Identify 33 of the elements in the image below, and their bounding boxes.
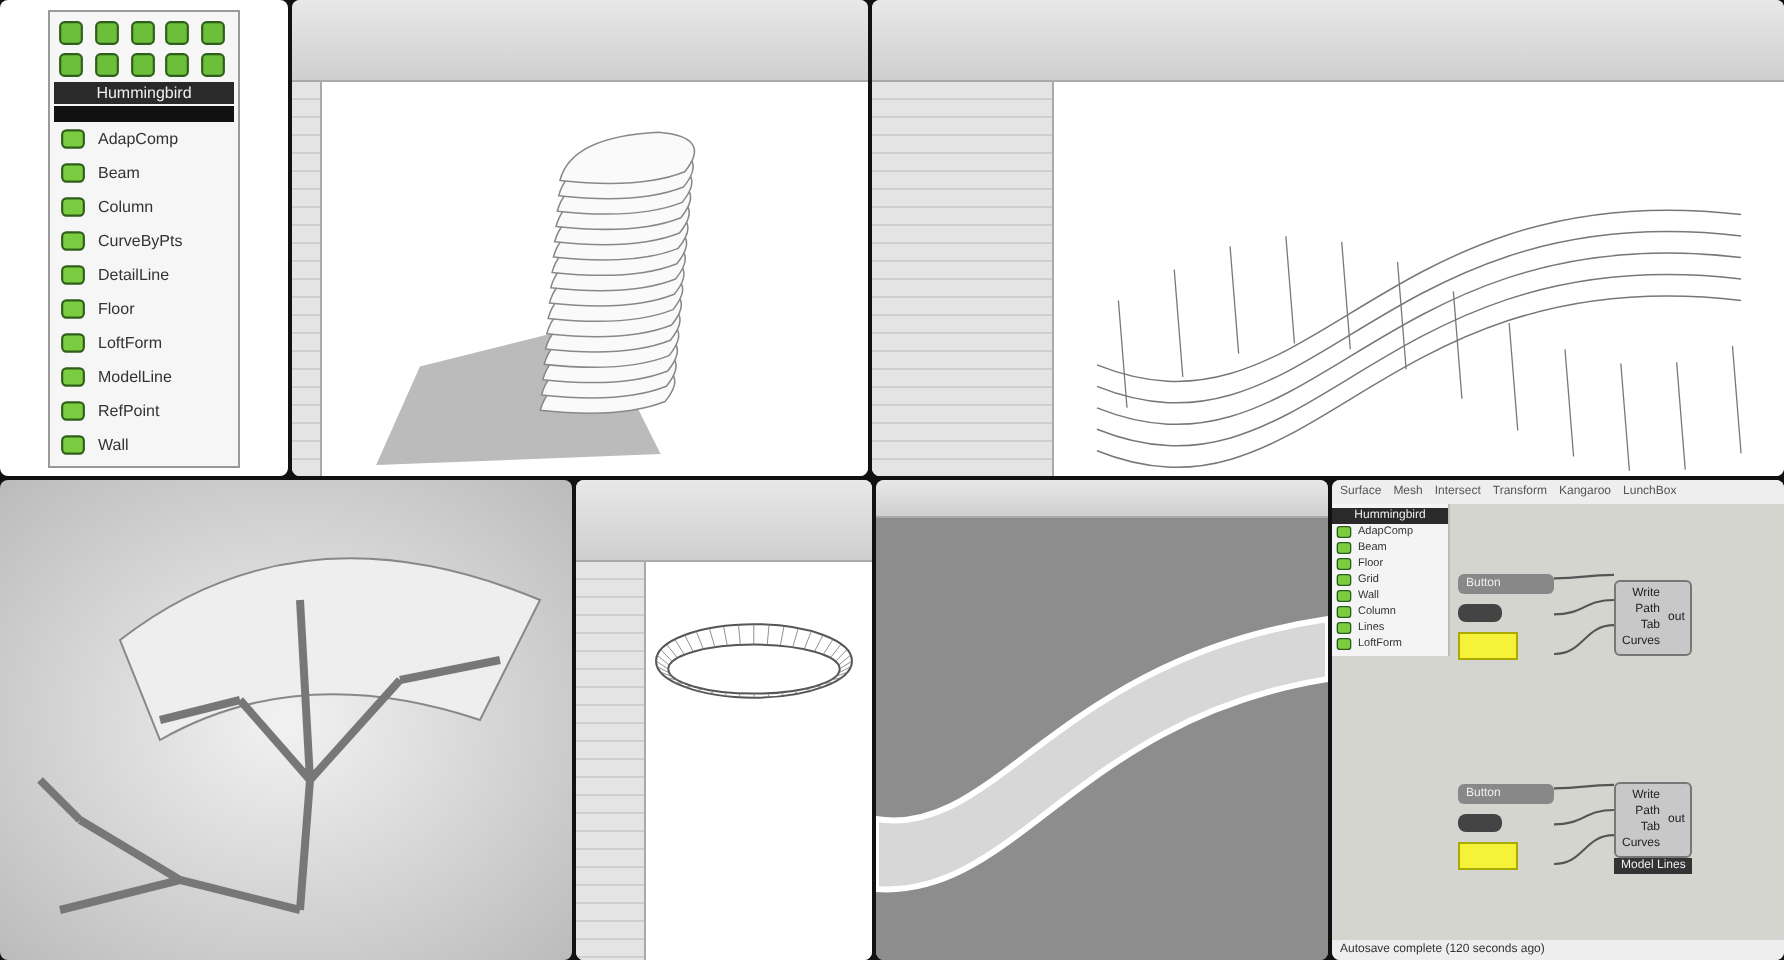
menu-item[interactable]: CurveByPts <box>98 231 183 249</box>
component-icon <box>60 329 86 355</box>
component-icon <box>60 227 86 253</box>
component-icon[interactable] <box>93 51 120 77</box>
component-icon <box>60 159 86 185</box>
component-icon <box>60 125 86 151</box>
component-icon[interactable] <box>129 19 156 45</box>
component-icon[interactable] <box>200 19 227 45</box>
menu-item[interactable]: ModelLine <box>98 367 172 385</box>
component-icon[interactable] <box>58 51 84 77</box>
menu-item[interactable]: DetailLine <box>98 265 170 283</box>
component-icon[interactable] <box>164 51 191 77</box>
component-icon <box>60 431 86 457</box>
menu-item[interactable]: LoftForm <box>98 333 163 351</box>
curve-node[interactable] <box>1458 814 1502 832</box>
menu-item[interactable]: Column <box>98 197 154 215</box>
palette-header[interactable]: Hummingbird <box>54 81 234 103</box>
component-icon <box>60 397 86 423</box>
component-icon <box>60 261 86 287</box>
menu-item[interactable]: Floor <box>98 299 135 317</box>
component-icon <box>60 363 86 389</box>
menu-item[interactable]: Wall <box>98 435 129 453</box>
component-icon[interactable] <box>164 19 191 45</box>
component-icon <box>60 295 86 321</box>
menu-item[interactable]: RefPoint <box>98 401 160 419</box>
component-icon <box>60 193 86 219</box>
curve-node[interactable] <box>1458 604 1502 622</box>
component-icon[interactable] <box>93 19 120 45</box>
menu-item[interactable]: Beam <box>98 163 140 181</box>
component-icon[interactable] <box>129 51 156 77</box>
component-icon[interactable] <box>200 51 227 77</box>
component-icon[interactable] <box>58 19 84 45</box>
menu-item[interactable]: AdapComp <box>98 129 179 147</box>
